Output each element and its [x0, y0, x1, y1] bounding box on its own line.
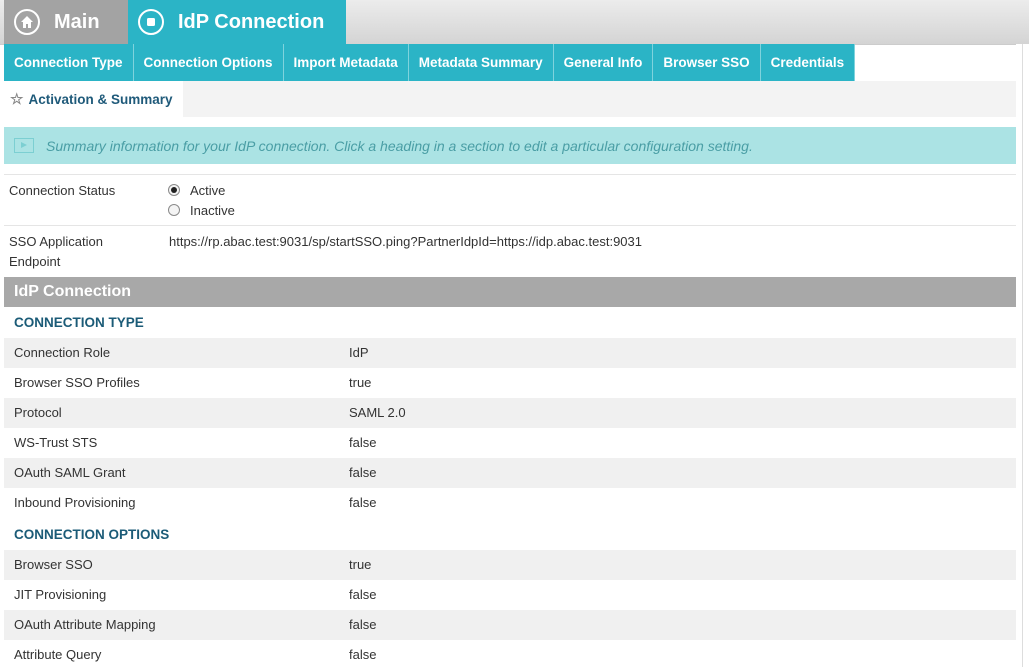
table-row: OAuth Attribute Mapping false	[4, 610, 1016, 640]
subtab-metadata-summary[interactable]: Metadata Summary	[408, 44, 554, 81]
table-row: Browser SSO Profiles true	[4, 368, 1016, 398]
radio-inactive-label: Inactive	[190, 202, 235, 218]
subtab-credentials[interactable]: Credentials	[760, 44, 856, 81]
banner-text: Summary information for your IdP connect…	[46, 137, 753, 154]
row-value: false	[349, 465, 377, 480]
table-row: JIT Provisioning false	[4, 580, 1016, 610]
radio-active-label: Active	[190, 182, 226, 198]
table-row: Browser SSO true	[4, 550, 1016, 580]
activation-label: Activation & Summary	[28, 91, 173, 107]
tab-main[interactable]: Main	[4, 0, 128, 44]
radio-inactive-dot[interactable]	[168, 204, 180, 216]
row-value: true	[349, 375, 372, 390]
sso-endpoint-label-line1: SSO Application	[9, 234, 103, 249]
section-idp-connection: IdP Connection	[4, 277, 1016, 307]
table-row: OAuth SAML Grant false	[4, 458, 1016, 488]
subtab-import-metadata[interactable]: Import Metadata	[283, 44, 409, 81]
heading-connection-options[interactable]: CONNECTION OPTIONS	[14, 527, 169, 542]
subtab-browser-sso[interactable]: Browser SSO	[653, 44, 761, 81]
heading-connection-type[interactable]: CONNECTION TYPE	[14, 315, 144, 330]
sso-endpoint-value: https://rp.abac.test:9031/sp/startSSO.pi…	[169, 234, 642, 249]
row-value: true	[349, 557, 372, 572]
sso-endpoint-label-line2: Endpoint	[9, 254, 61, 269]
tab-main-label: Main	[54, 10, 100, 33]
row-key: JIT Provisioning	[14, 587, 107, 602]
stop-icon	[138, 9, 164, 35]
radio-active-dot[interactable]	[168, 184, 180, 196]
sso-endpoint-label: SSO Application Endpoint	[9, 232, 103, 272]
row-value: false	[349, 647, 377, 662]
row-key: Inbound Provisioning	[14, 495, 136, 510]
tab-activation-summary[interactable]: ☆ Activation & Summary	[4, 81, 183, 117]
table-row: Inbound Provisioning false	[4, 488, 1016, 518]
row-value: SAML 2.0	[349, 405, 406, 420]
info-banner: Summary information for your IdP connect…	[4, 127, 1016, 164]
tab-idp-connection[interactable]: IdP Connection	[128, 0, 346, 44]
row-key: Protocol	[14, 405, 62, 420]
row-value: IdP	[349, 345, 369, 360]
table-row: Protocol SAML 2.0	[4, 398, 1016, 428]
subtab-connection-type[interactable]: Connection Type	[4, 44, 134, 81]
connection-status-label: Connection Status	[9, 183, 116, 198]
sso-endpoint-row: SSO Application Endpoint https://rp.abac…	[4, 225, 1016, 278]
home-icon	[14, 9, 40, 35]
row-key: Browser SSO Profiles	[14, 375, 140, 390]
row-value: false	[349, 495, 377, 510]
row-key: OAuth SAML Grant	[14, 465, 126, 480]
row-key: OAuth Attribute Mapping	[14, 617, 156, 632]
row-value: false	[349, 617, 377, 632]
subtab-connection-options[interactable]: Connection Options	[133, 44, 284, 81]
row-value: false	[349, 587, 377, 602]
sub-navigation: Connection Type Connection Options Impor…	[4, 44, 856, 81]
connection-status-row: Connection Status Active Inactive	[4, 174, 1016, 226]
row-key: Browser SSO	[14, 557, 93, 572]
top-header: Main IdP Connection	[0, 0, 1029, 45]
scrollbar-track[interactable]	[1022, 44, 1023, 667]
radio-inactive[interactable]: Inactive	[168, 200, 235, 220]
table-row: Attribute Query false	[4, 640, 1016, 667]
info-icon	[14, 138, 34, 153]
row-key: Connection Role	[14, 345, 111, 360]
row-key: Attribute Query	[14, 647, 102, 662]
tab-idp-label: IdP Connection	[178, 10, 325, 33]
radio-active[interactable]: Active	[168, 180, 235, 200]
row-value: false	[349, 435, 377, 450]
activation-bar: ☆ Activation & Summary	[4, 81, 1016, 117]
subtab-general-info[interactable]: General Info	[553, 44, 654, 81]
table-row: Connection Role IdP	[4, 338, 1016, 368]
table-row: WS-Trust STS false	[4, 428, 1016, 458]
row-key: WS-Trust STS	[14, 435, 98, 450]
star-icon: ☆	[10, 91, 24, 108]
